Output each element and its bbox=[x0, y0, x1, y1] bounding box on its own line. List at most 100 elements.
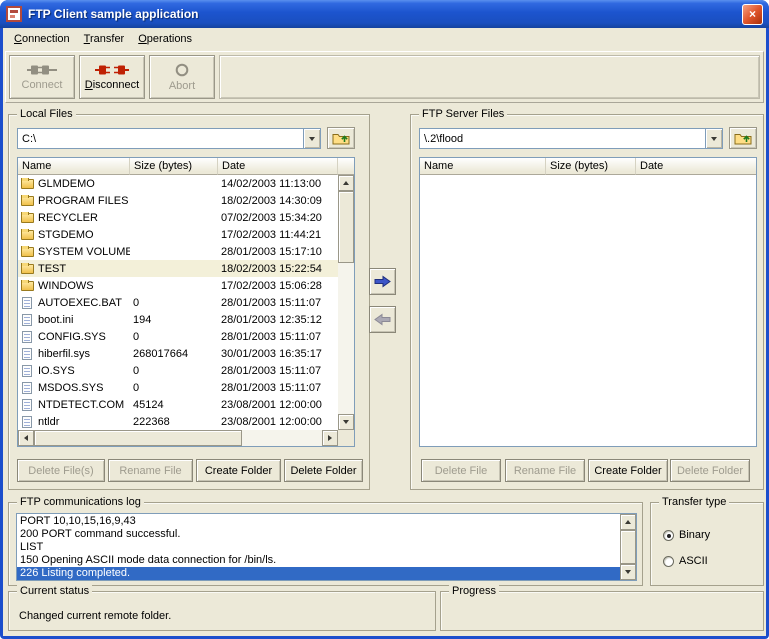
column-header-name[interactable]: Name bbox=[18, 158, 130, 175]
remote-up-folder-button[interactable] bbox=[729, 127, 757, 149]
radio-option-binary[interactable]: Binary bbox=[663, 529, 710, 541]
disconnect-icon bbox=[95, 64, 129, 76]
file-row[interactable]: TEST 18/02/2003 15:22:54 bbox=[18, 260, 338, 277]
local-path-combo[interactable]: C:\ bbox=[17, 128, 321, 149]
file-name-text: RECYCLER bbox=[38, 211, 98, 224]
local-rename-file-button: Rename File bbox=[108, 459, 193, 482]
log-line[interactable]: 150 Opening ASCII mode data connection f… bbox=[17, 554, 620, 567]
file-date-cell: 17/02/2003 11:44:21 bbox=[221, 228, 322, 241]
file-name-cell: ntldr bbox=[18, 415, 130, 428]
file-row[interactable]: STGDEMO 17/02/2003 11:44:21 bbox=[18, 226, 338, 243]
column-header-date[interactable]: Date bbox=[636, 158, 756, 175]
folder-icon bbox=[21, 211, 34, 223]
file-date-cell: 28/01/2003 15:11:07 bbox=[221, 296, 322, 309]
file-row[interactable]: NTDETECT.COM 45124 23/08/2001 12:00:00 bbox=[18, 396, 338, 413]
file-date-cell: 28/01/2003 15:11:07 bbox=[221, 330, 322, 343]
ftp-server-files-label: FTP Server Files bbox=[419, 107, 508, 121]
transfer-type-label: Transfer type bbox=[659, 495, 730, 509]
file-date-cell: 28/01/2003 12:35:12 bbox=[221, 313, 322, 326]
file-size-cell: 45124 bbox=[133, 398, 164, 411]
scroll-left-button[interactable] bbox=[18, 430, 34, 446]
upload-to-server-button[interactable] bbox=[369, 268, 396, 295]
remote-combo-dropdown-icon[interactable] bbox=[705, 129, 722, 148]
column-header-size[interactable]: Size (bytes) bbox=[130, 158, 218, 175]
file-row[interactable]: CONFIG.SYS 0 28/01/2003 15:11:07 bbox=[18, 328, 338, 345]
file-name-text: PROGRAM FILES bbox=[38, 194, 129, 207]
radio-option-ascii[interactable]: ASCII bbox=[663, 555, 710, 567]
file-icon bbox=[22, 330, 32, 343]
column-header-name[interactable]: Name bbox=[420, 158, 546, 175]
local-up-folder-button[interactable] bbox=[327, 127, 355, 149]
menu-item-transfer[interactable]: Transfer bbox=[77, 30, 132, 48]
file-row[interactable]: boot.ini 194 28/01/2003 12:35:12 bbox=[18, 311, 338, 328]
local-hscrollbar[interactable] bbox=[18, 430, 338, 446]
hscroll-thumb[interactable] bbox=[34, 430, 242, 446]
local-delete-folder-button[interactable]: Delete Folder bbox=[284, 459, 363, 482]
log-line[interactable]: 226 Listing completed. bbox=[17, 567, 620, 580]
local-vscrollbar[interactable] bbox=[338, 175, 354, 430]
file-name-text: MSDOS.SYS bbox=[38, 381, 104, 394]
local-list-header: Name Size (bytes) Date bbox=[18, 158, 354, 175]
log-line[interactable]: LIST bbox=[17, 541, 620, 554]
file-row[interactable]: IO.SYS 0 28/01/2003 15:11:07 bbox=[18, 362, 338, 379]
menu-item-operations[interactable]: Operations bbox=[131, 30, 199, 48]
vscroll-thumb[interactable] bbox=[338, 191, 354, 263]
close-button[interactable]: × bbox=[742, 3, 763, 25]
transfer-options: Binary ASCII bbox=[663, 529, 710, 567]
file-date-cell: 28/01/2003 15:11:07 bbox=[221, 364, 322, 377]
log-line[interactable]: PORT 10,10,15,16,9,43 bbox=[17, 515, 620, 528]
file-size-cell: 0 bbox=[133, 296, 140, 309]
connect-icon bbox=[27, 64, 57, 76]
file-date-cell: 07/02/2003 15:34:20 bbox=[221, 211, 322, 224]
scroll-up-button[interactable] bbox=[620, 514, 636, 530]
file-date-cell: 30/01/2003 16:35:17 bbox=[221, 347, 322, 360]
ftp-log-label: FTP communications log bbox=[17, 495, 144, 509]
file-row[interactable]: PROGRAM FILES 18/02/2003 14:30:09 bbox=[18, 192, 338, 209]
file-name-cell: boot.ini bbox=[18, 313, 130, 326]
remote-file-list: Name Size (bytes) Date bbox=[419, 157, 757, 447]
file-name-text: TEST bbox=[38, 262, 67, 275]
log-vscrollbar[interactable] bbox=[620, 514, 636, 580]
menu-item-connection[interactable]: Connection bbox=[7, 30, 77, 48]
titlebar[interactable]: FTP Client sample application × bbox=[0, 0, 769, 28]
file-name-text: AUTOEXEC.BAT bbox=[38, 296, 122, 309]
file-name-cell: NTDETECT.COM bbox=[18, 398, 130, 411]
vscroll-thumb[interactable] bbox=[620, 530, 636, 564]
file-name-cell: AUTOEXEC.BAT bbox=[18, 296, 130, 309]
progress-group: Progress bbox=[440, 584, 764, 631]
file-name-text: SYSTEM VOLUME ... bbox=[38, 245, 130, 258]
connect-label: Connect bbox=[21, 78, 63, 91]
scroll-up-button[interactable] bbox=[338, 175, 354, 191]
current-status-group: Current status Changed current remote fo… bbox=[8, 584, 436, 631]
folder-icon bbox=[21, 245, 34, 257]
scroll-down-button[interactable] bbox=[338, 414, 354, 430]
scroll-down-button[interactable] bbox=[620, 564, 636, 580]
file-row[interactable]: hiberfil.sys 268017664 30/01/2003 16:35:17 bbox=[18, 345, 338, 362]
file-name-text: GLMDEMO bbox=[38, 177, 95, 190]
file-date-cell: 18/02/2003 15:22:54 bbox=[221, 262, 322, 275]
local-combo-dropdown-icon[interactable] bbox=[303, 129, 320, 148]
remote-path-combo[interactable]: \.2\flood bbox=[419, 128, 723, 149]
disconnect-button[interactable]: Disconnect bbox=[79, 55, 145, 99]
file-row[interactable]: SYSTEM VOLUME ... 28/01/2003 15:17:10 bbox=[18, 243, 338, 260]
scroll-right-button[interactable] bbox=[322, 430, 338, 446]
column-header-date[interactable]: Date bbox=[218, 158, 338, 175]
file-date-cell: 18/02/2003 14:30:09 bbox=[221, 194, 322, 207]
remote-create-folder-button[interactable]: Create Folder bbox=[588, 459, 668, 482]
local-create-folder-button[interactable]: Create Folder bbox=[196, 459, 281, 482]
file-icon bbox=[22, 313, 32, 326]
file-icon bbox=[22, 296, 32, 309]
file-name-cell: MSDOS.SYS bbox=[18, 381, 130, 394]
column-header-size[interactable]: Size (bytes) bbox=[546, 158, 636, 175]
file-row[interactable]: WINDOWS 17/02/2003 15:06:28 bbox=[18, 277, 338, 294]
transfer-type-group: Transfer type Binary ASCII bbox=[650, 495, 764, 586]
file-row[interactable]: GLMDEMO 14/02/2003 11:13:00 bbox=[18, 175, 338, 192]
file-row[interactable]: AUTOEXEC.BAT 0 28/01/2003 15:11:07 bbox=[18, 294, 338, 311]
file-row[interactable]: MSDOS.SYS 0 28/01/2003 15:11:07 bbox=[18, 379, 338, 396]
folder-icon bbox=[21, 228, 34, 240]
file-icon bbox=[22, 398, 32, 411]
log-line[interactable]: 200 PORT command successful. bbox=[17, 528, 620, 541]
file-row[interactable]: ntldr 222368 23/08/2001 12:00:00 bbox=[18, 413, 338, 430]
remote-delete-folder-button: Delete Folder bbox=[670, 459, 750, 482]
file-row[interactable]: RECYCLER 07/02/2003 15:34:20 bbox=[18, 209, 338, 226]
